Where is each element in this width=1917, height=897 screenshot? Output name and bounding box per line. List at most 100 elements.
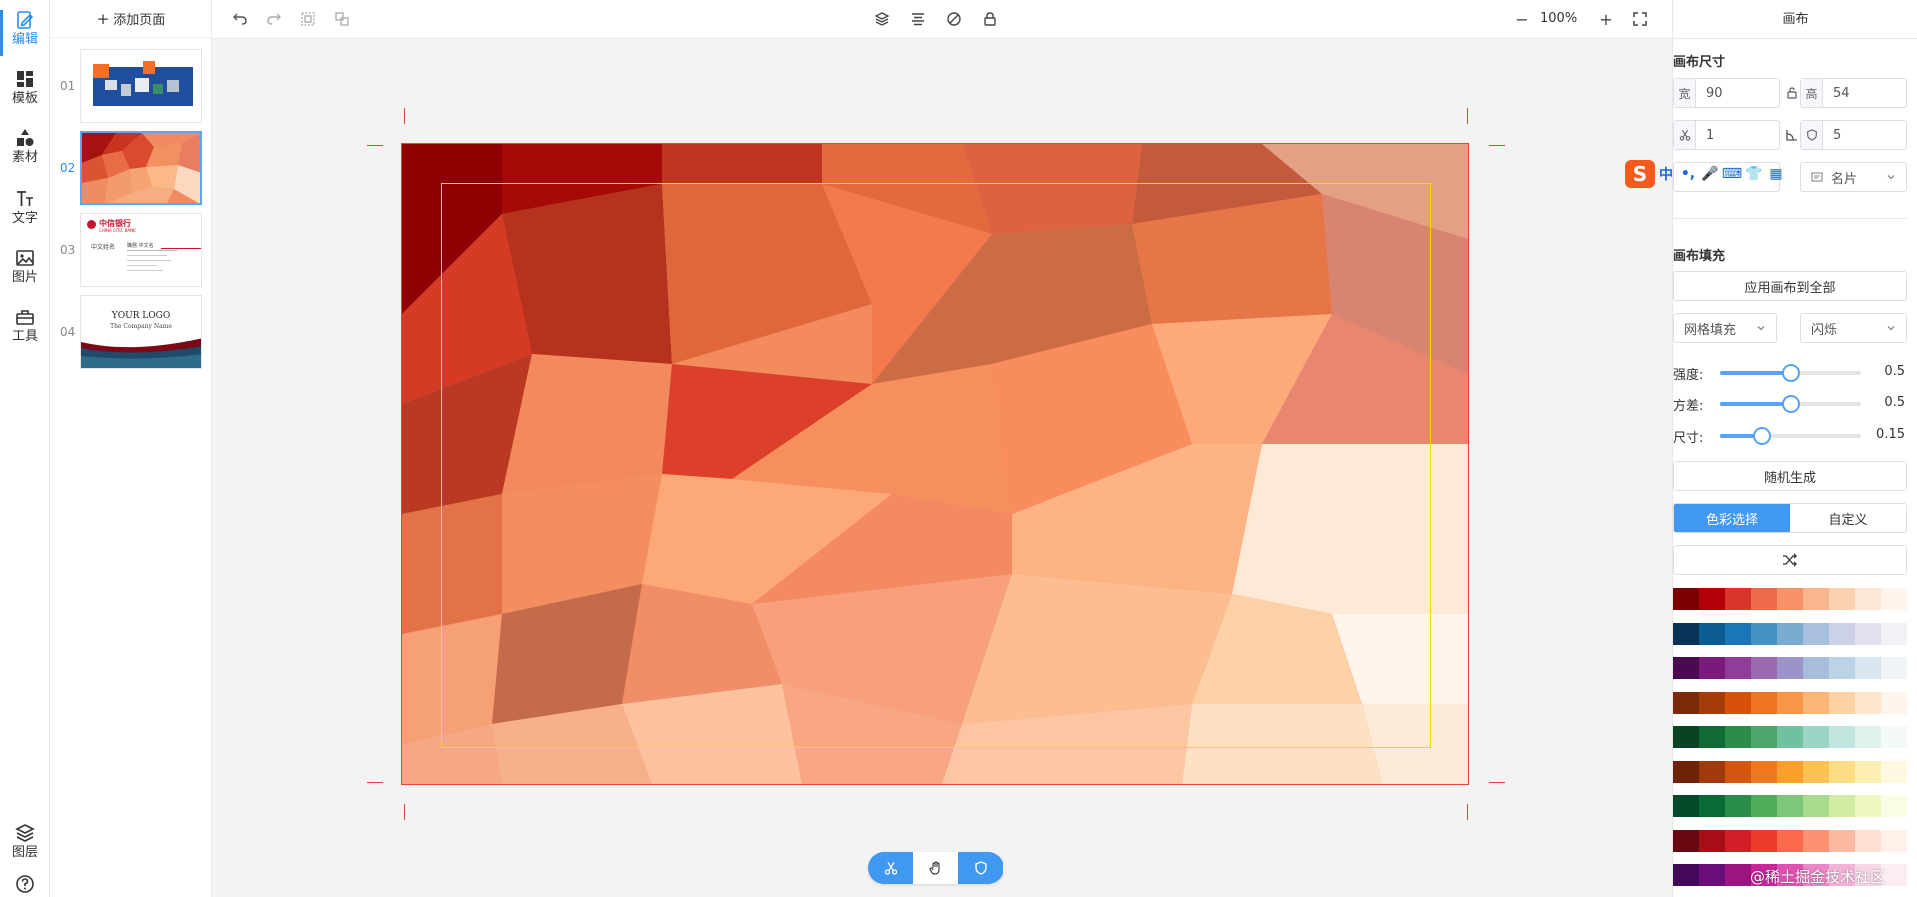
- corner-radius-icon: [1785, 130, 1797, 141]
- tab-custom[interactable]: 自定义: [1790, 504, 1906, 532]
- palette-swatch: [1803, 829, 1829, 852]
- palette-swatch: [1777, 726, 1803, 748]
- slider-handle[interactable]: [1753, 427, 1772, 445]
- color-mode-tabs: 色彩选择 自定义: [1673, 503, 1907, 533]
- width-value: 90: [1706, 85, 1723, 101]
- radius-field[interactable]: 5: [1800, 120, 1907, 150]
- tab-color-select[interactable]: 色彩选择: [1674, 504, 1790, 532]
- layers-stack-icon: [874, 12, 890, 26]
- palette-row[interactable]: [1673, 588, 1907, 610]
- canvas-size-heading: 画布尺寸: [1673, 55, 1726, 70]
- template-icon: [17, 71, 33, 87]
- palette-row[interactable]: [1673, 829, 1907, 852]
- layer-order-button[interactable]: [872, 9, 892, 29]
- redo-button[interactable]: [264, 9, 284, 29]
- nav-text-label: 文字: [11, 211, 38, 226]
- page-thumb-03[interactable]: 03 中信银行 CHINA CITIC BANK 中文姓名 職務 中文名: [50, 213, 212, 287]
- palette-swatch: [1725, 622, 1751, 645]
- width-field[interactable]: 宽 90: [1673, 78, 1780, 108]
- preset-value: 名片: [1831, 171, 1858, 187]
- nav-edit[interactable]: 编辑: [0, 10, 50, 56]
- redo-icon: [267, 13, 281, 25]
- hide-button[interactable]: [944, 9, 964, 29]
- chevron-down-icon: [1887, 175, 1895, 180]
- palette-row[interactable]: [1673, 622, 1907, 645]
- ime-punct[interactable]: •,: [1677, 166, 1699, 182]
- fullscreen-button[interactable]: [1630, 9, 1650, 29]
- page-preview: 中信银行 CHINA CITIC BANK 中文姓名 職務 中文名: [80, 213, 202, 287]
- page-number: 02: [60, 161, 76, 175]
- palette-swatch: [1751, 691, 1777, 714]
- page-number: 03: [60, 243, 76, 257]
- palette-swatch: [1881, 657, 1907, 679]
- add-page-button[interactable]: + 添加页面: [50, 0, 212, 38]
- nav-template[interactable]: 模板: [0, 69, 50, 107]
- ungroup-button[interactable]: [332, 9, 352, 29]
- palette-swatch: [1699, 829, 1725, 852]
- fill-style-select[interactable]: 闪烁: [1800, 313, 1907, 343]
- cut-mode-button[interactable]: [868, 852, 913, 884]
- nav-image-label: 图片: [11, 270, 38, 285]
- height-field[interactable]: 高 54: [1800, 78, 1907, 108]
- bank-logo-icon: [87, 220, 96, 229]
- keyboard-icon[interactable]: ⌨: [1721, 166, 1743, 182]
- shuffle-button[interactable]: [1673, 545, 1907, 575]
- palette-swatch: [1777, 795, 1803, 817]
- slider-track[interactable]: [1720, 395, 1861, 413]
- nav-layers[interactable]: 图层: [0, 823, 50, 861]
- design-canvas[interactable]: [401, 143, 1469, 785]
- aspect-lock-icon[interactable]: [1785, 86, 1799, 100]
- palette-swatch: [1829, 657, 1855, 679]
- hide-icon: [947, 12, 961, 26]
- slider-track[interactable]: [1720, 427, 1861, 445]
- zoom-in-button[interactable]: +: [1596, 9, 1616, 29]
- fill-type-select[interactable]: 网格填充: [1673, 313, 1777, 343]
- palette-row[interactable]: [1673, 760, 1907, 783]
- crop-mark: [1467, 108, 1468, 124]
- page-number: 01: [60, 79, 76, 93]
- bleed-field[interactable]: 1: [1673, 120, 1780, 150]
- palette-row[interactable]: [1673, 795, 1907, 817]
- nav-material[interactable]: 素材: [0, 128, 50, 166]
- palette-swatch: [1855, 760, 1881, 783]
- nav-image[interactable]: 图片: [0, 248, 50, 286]
- page-thumb-01[interactable]: 01: [50, 49, 212, 123]
- preset-select[interactable]: 名片: [1800, 162, 1907, 192]
- slider-handle[interactable]: [1781, 395, 1800, 413]
- bleed-value: 1: [1706, 127, 1715, 143]
- group-button[interactable]: [298, 9, 318, 29]
- page-preview: [80, 131, 202, 205]
- ime-logo[interactable]: S: [1625, 160, 1655, 188]
- nav-help[interactable]: [0, 874, 50, 894]
- crop-mark: [1489, 145, 1505, 146]
- random-generate-button[interactable]: 随机生成: [1673, 461, 1907, 491]
- shield-mode-button[interactable]: [958, 852, 1003, 884]
- nav-text[interactable]: 文字: [0, 189, 50, 227]
- zoom-out-button[interactable]: −: [1512, 9, 1532, 29]
- hand-mode-button[interactable]: [913, 852, 958, 884]
- palette-swatch: [1803, 760, 1829, 783]
- apply-all-button[interactable]: 应用画布到全部: [1673, 271, 1907, 301]
- lock-button[interactable]: [980, 9, 1000, 29]
- palette-row[interactable]: [1673, 657, 1907, 679]
- palette-swatch: [1725, 829, 1751, 852]
- palette-swatch: [1725, 864, 1751, 886]
- nav-tools[interactable]: 工具: [0, 307, 50, 345]
- palette-row[interactable]: [1673, 726, 1907, 748]
- ime-lang[interactable]: 中: [1655, 164, 1677, 184]
- palette-swatch: [1777, 622, 1803, 645]
- palette-swatch: [1699, 588, 1725, 610]
- page-thumb-04[interactable]: 04 YOUR LOGO The Company Name: [50, 295, 212, 369]
- slider-handle[interactable]: [1781, 364, 1800, 382]
- microphone-icon[interactable]: 🎤: [1699, 166, 1721, 182]
- help-icon: [16, 875, 34, 893]
- slider-track[interactable]: [1720, 364, 1861, 382]
- palette-row[interactable]: [1673, 691, 1907, 714]
- palette-swatch: [1777, 657, 1803, 679]
- palette-swatch: [1673, 691, 1699, 714]
- page-thumb-02[interactable]: 02: [50, 131, 212, 205]
- skin-icon[interactable]: 👕: [1743, 166, 1765, 182]
- undo-button[interactable]: [230, 9, 250, 29]
- apps-grid-icon[interactable]: ▦: [1765, 166, 1787, 182]
- align-button[interactable]: [908, 9, 928, 29]
